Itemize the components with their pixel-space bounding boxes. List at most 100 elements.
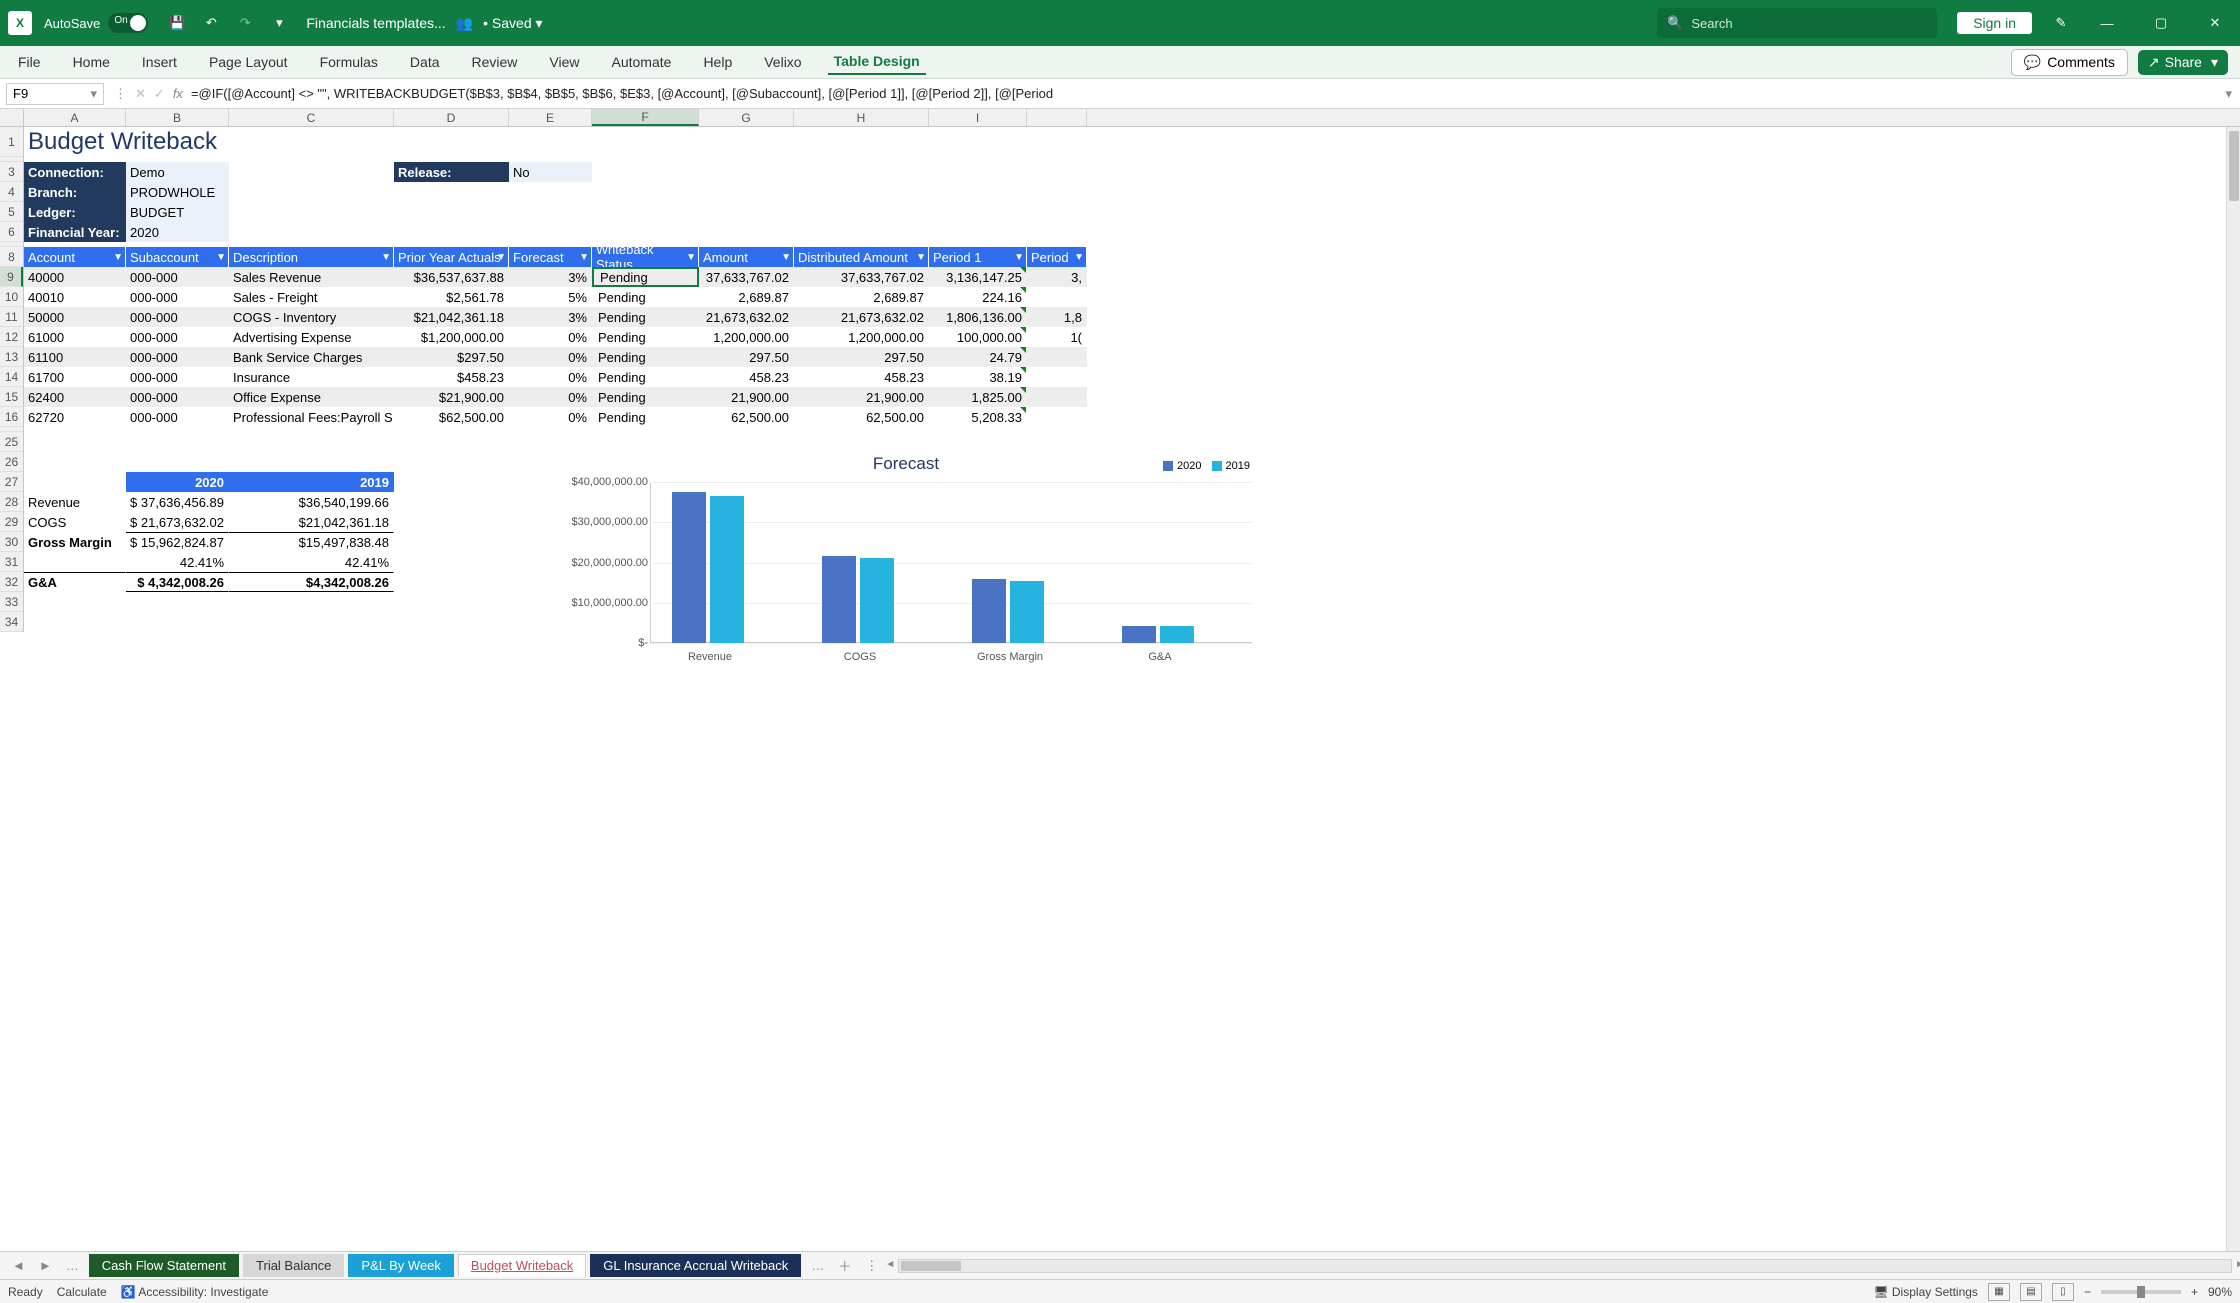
sheet-tab-budget-writeback[interactable]: Budget Writeback <box>458 1254 586 1277</box>
tab-table-design[interactable]: Table Design <box>828 49 926 75</box>
table-cell[interactable] <box>1027 347 1087 367</box>
select-all-corner[interactable] <box>0 109 24 126</box>
summary-year-1[interactable]: 2020 <box>126 472 229 492</box>
table-cell[interactable]: Sales - Freight <box>229 287 394 307</box>
zoom-level[interactable]: 90% <box>2208 1285 2232 1299</box>
page-layout-view-icon[interactable]: ▤ <box>2020 1283 2042 1301</box>
table-cell[interactable]: 62,500.00 <box>699 407 794 427</box>
table-header-subaccount[interactable]: Subaccount▼ <box>126 247 229 267</box>
table-cell[interactable] <box>1027 367 1087 387</box>
table-cell[interactable]: 3,136,147.25 <box>929 267 1027 287</box>
expand-formula-icon[interactable]: ▾ <box>2217 86 2240 102</box>
table-cell[interactable]: 24.79 <box>929 347 1027 367</box>
table-cell[interactable]: 38.19 <box>929 367 1027 387</box>
horizontal-scrollbar[interactable]: ◄ ► <box>898 1259 2232 1273</box>
row-head-34[interactable]: 34 <box>0 612 23 632</box>
table-cell[interactable]: 40010 <box>24 287 126 307</box>
table-cell[interactable]: 62400 <box>24 387 126 407</box>
table-cell[interactable]: 297.50 <box>794 347 929 367</box>
table-header-description[interactable]: Description▼ <box>229 247 394 267</box>
row-head-13[interactable]: 13 <box>0 347 23 367</box>
table-cell[interactable]: 21,900.00 <box>699 387 794 407</box>
tab-velixo[interactable]: Velixo <box>758 50 807 74</box>
col-head-C[interactable]: C <box>229 109 394 126</box>
row-head-1[interactable]: 1 <box>0 127 23 157</box>
col-head-E[interactable]: E <box>509 109 592 126</box>
table-cell[interactable]: 000-000 <box>126 327 229 347</box>
toggle-switch[interactable]: On <box>108 13 148 33</box>
table-cell[interactable]: Advertising Expense <box>229 327 394 347</box>
row-head-5[interactable]: 5 <box>0 202 23 222</box>
table-cell[interactable]: 37,633,767.02 <box>794 267 929 287</box>
table-cell[interactable]: 21,900.00 <box>794 387 929 407</box>
row-head-9[interactable]: 9 <box>0 267 23 287</box>
tab-nav-more-icon[interactable]: … <box>62 1258 83 1273</box>
table-cell[interactable]: 1,825.00 <box>929 387 1027 407</box>
writeback-status-cell[interactable]: Pending <box>592 407 699 427</box>
meta-value-year[interactable]: 2020 <box>126 222 229 242</box>
table-cell[interactable]: 3% <box>509 307 592 327</box>
summary-v1[interactable]: $ 37,636,456.89 <box>126 492 229 512</box>
writeback-status-cell[interactable]: Pending <box>592 327 699 347</box>
table-header-account[interactable]: Account▼ <box>24 247 126 267</box>
col-head-G[interactable]: G <box>699 109 794 126</box>
meta-value-connection[interactable]: Demo <box>126 162 229 182</box>
table-cell[interactable]: 224.16 <box>929 287 1027 307</box>
writeback-status-cell[interactable]: Pending <box>592 307 699 327</box>
col-head-B[interactable]: B <box>126 109 229 126</box>
col-head-I[interactable]: I <box>929 109 1027 126</box>
writeback-status-cell[interactable]: Pending <box>592 367 699 387</box>
new-sheet-icon[interactable]: ＋ <box>834 1256 855 1275</box>
sheet-tab-cash-flow-statement[interactable]: Cash Flow Statement <box>89 1254 239 1277</box>
page-break-view-icon[interactable]: ▯ <box>2052 1283 2074 1301</box>
table-cell[interactable]: 000-000 <box>126 367 229 387</box>
col-head-D[interactable]: D <box>394 109 509 126</box>
table-cell[interactable]: Bank Service Charges <box>229 347 394 367</box>
summary-v2[interactable]: $36,540,199.66 <box>229 492 394 512</box>
tab-data[interactable]: Data <box>404 50 446 74</box>
row-head-3[interactable]: 3 <box>0 162 23 182</box>
summary-label[interactable]: Revenue <box>24 492 126 512</box>
row-head-29[interactable]: 29 <box>0 512 23 532</box>
summary-v2[interactable]: $15,497,838.48 <box>229 532 394 552</box>
col-head-A[interactable]: A <box>24 109 126 126</box>
maximize-icon[interactable]: ▢ <box>2148 10 2174 36</box>
close-icon[interactable]: ✕ <box>2202 10 2228 36</box>
table-cell[interactable] <box>1027 387 1087 407</box>
signin-button[interactable]: Sign in <box>1957 12 2032 34</box>
zoom-out-icon[interactable]: − <box>2084 1285 2091 1299</box>
accessibility-status[interactable]: ♿ Accessibility: Investigate <box>121 1285 269 1299</box>
summary-v2[interactable]: $4,342,008.26 <box>229 572 394 592</box>
table-cell[interactable]: 3% <box>509 267 592 287</box>
table-cell[interactable]: 297.50 <box>699 347 794 367</box>
table-cell[interactable]: 0% <box>509 387 592 407</box>
save-icon[interactable]: 💾 <box>164 10 190 36</box>
summary-label[interactable] <box>24 552 126 572</box>
vertical-scrollbar[interactable] <box>2226 127 2240 1251</box>
meta-label-release[interactable]: Release: <box>394 162 509 182</box>
table-cell[interactable]: 62,500.00 <box>794 407 929 427</box>
writeback-status-cell[interactable]: Pending <box>592 347 699 367</box>
filename-area[interactable]: Financials templates... 👥 • Saved ▾ <box>306 15 542 32</box>
table-cell[interactable]: 100,000.00 <box>929 327 1027 347</box>
table-cell[interactable]: $1,200,000.00 <box>394 327 509 347</box>
table-cell[interactable]: $62,500.00 <box>394 407 509 427</box>
tab-automate[interactable]: Automate <box>606 50 678 74</box>
table-cell[interactable]: 3, <box>1027 267 1087 287</box>
name-box[interactable]: F9▾ <box>6 83 104 105</box>
table-cell[interactable]: 0% <box>509 367 592 387</box>
minimize-icon[interactable]: — <box>2094 10 2120 36</box>
tab-review[interactable]: Review <box>466 50 524 74</box>
share-button[interactable]: ↗Share▾ <box>2138 50 2228 75</box>
chevron-down-icon[interactable]: ▾ <box>90 86 97 102</box>
table-cell[interactable]: $458.23 <box>394 367 509 387</box>
tab-page-layout[interactable]: Page Layout <box>203 50 294 74</box>
row-head-10[interactable]: 10 <box>0 287 23 307</box>
autosave-toggle[interactable]: AutoSave On <box>44 13 148 33</box>
row-head-15[interactable]: 15 <box>0 387 23 407</box>
cancel-icon[interactable]: ✕ <box>135 86 146 102</box>
row-head-33[interactable]: 33 <box>0 592 23 612</box>
table-cell[interactable]: 2,689.87 <box>699 287 794 307</box>
row-head-6[interactable]: 6 <box>0 222 23 242</box>
writeback-status-cell[interactable]: Pending <box>592 267 699 287</box>
